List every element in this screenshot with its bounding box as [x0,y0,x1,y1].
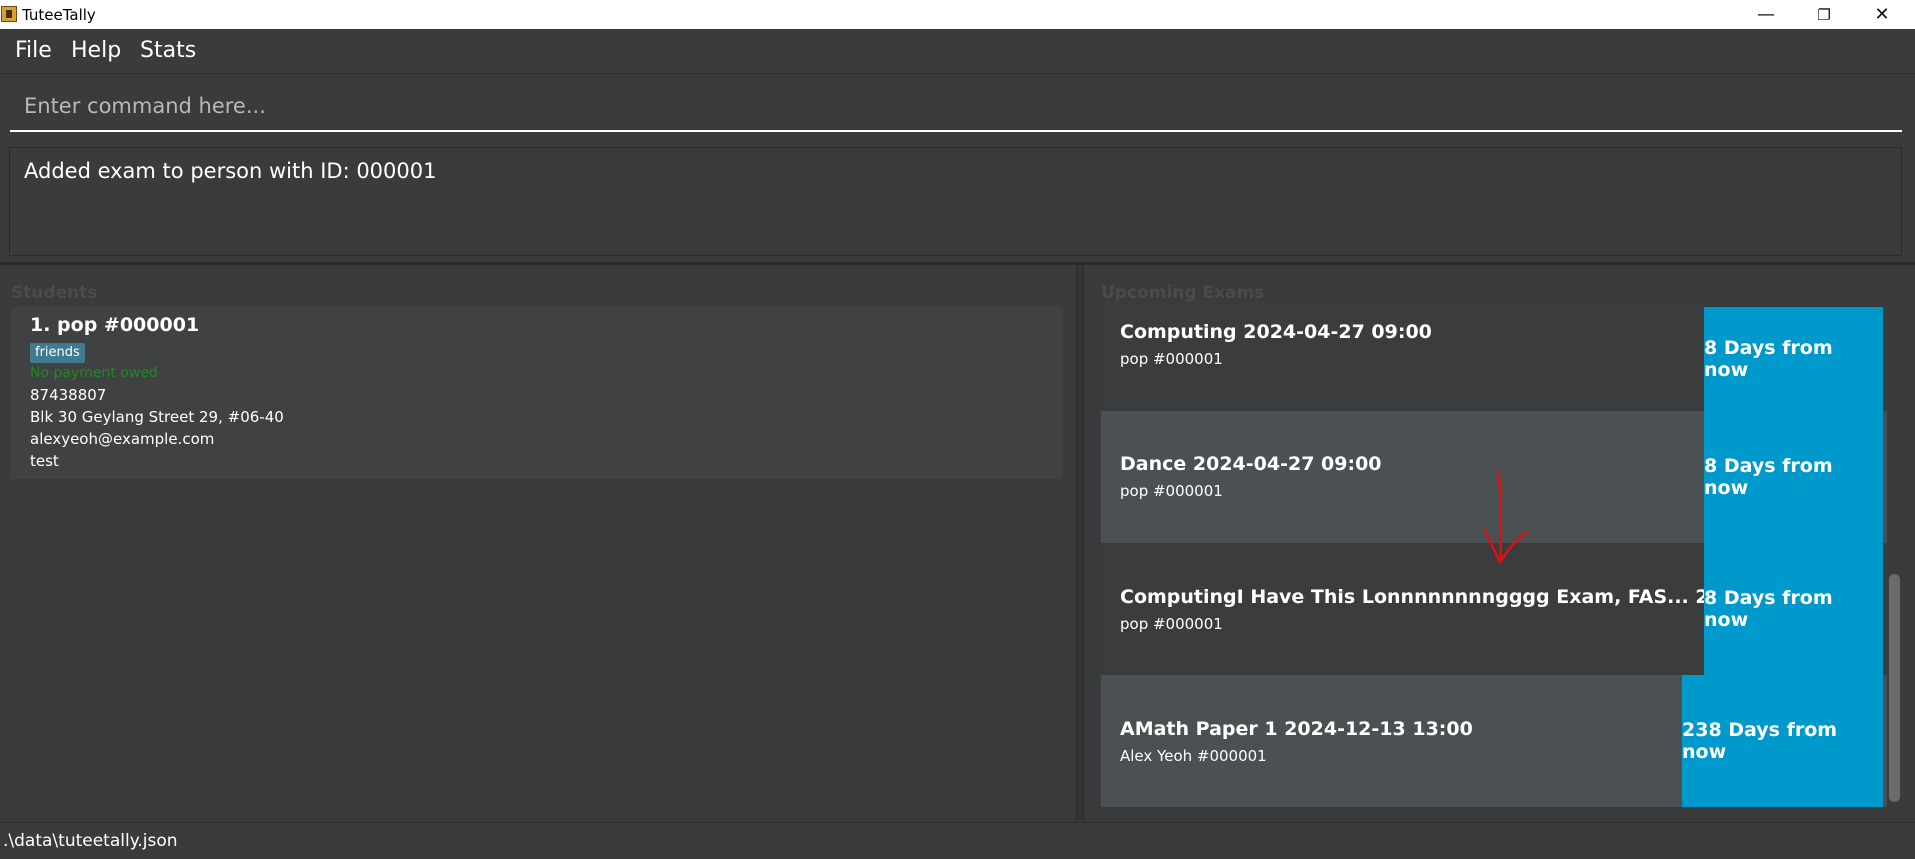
status-bar: .\data\tuteetally.json [0,822,1915,859]
menu-bar: File Help Stats [0,29,1915,74]
command-box [10,84,1902,132]
command-input[interactable] [10,84,1902,128]
menu-file[interactable]: File [15,38,52,63]
exam-countdown: 238 Days from now [1682,675,1883,807]
red-arrow-annotation-icon [1483,470,1528,564]
student-card[interactable]: 1. pop #000001 friends No payment owed 8… [11,307,1063,479]
save-file-path: .\data\tuteetally.json [3,831,178,851]
student-address: Blk 30 Geylang Street 29, #06-40 [30,408,284,426]
pane-splitter[interactable] [1076,265,1084,820]
exam-student: pop #000001 [1120,615,1223,633]
menu-stats[interactable]: Stats [140,38,196,63]
exam-student: Alex Yeoh #000001 [1120,747,1267,765]
exam-title: AMath Paper 1 2024-12-13 13:00 [1120,718,1473,740]
student-tag: friends [30,343,85,363]
exam-countdown: 8 Days from now [1704,543,1883,675]
window-title: TuteeTally [22,6,96,24]
exam-student: pop #000001 [1120,350,1223,368]
students-header: Students [11,283,98,303]
result-display: Added exam to person with ID: 000001 [9,147,1902,256]
exam-title: Computing 2024-04-27 09:00 [1120,321,1432,343]
exam-student: pop #000001 [1120,482,1223,500]
student-phone: 87438807 [30,386,107,404]
title-bar: TuteeTally — ❐ ✕ [0,0,1915,29]
close-button[interactable]: ✕ [1853,0,1911,29]
students-panel: Students 1. pop #000001 friends No payme… [0,265,1076,820]
result-message: Added exam to person with ID: 000001 [24,159,437,183]
payment-status: No payment owed [30,365,158,381]
maximize-button[interactable]: ❐ [1795,0,1853,29]
student-name: 1. pop #000001 [30,314,200,336]
exam-title: ComputingI Have This Lonnnnnnnngggg Exam… [1120,586,1799,608]
app-icon [1,6,17,22]
exam-countdown: 8 Days from now [1704,411,1883,543]
student-email: alexyeoh@example.com [30,430,215,448]
student-remark: test [30,452,59,470]
minimize-button[interactable]: — [1737,0,1795,29]
exams-scrollbar-thumb[interactable] [1889,574,1900,802]
exam-title: Dance 2024-04-27 09:00 [1120,453,1382,475]
exam-countdown: 8 Days from now [1704,307,1883,411]
exams-header: Upcoming Exams [1101,283,1265,303]
menu-help[interactable]: Help [71,38,121,63]
